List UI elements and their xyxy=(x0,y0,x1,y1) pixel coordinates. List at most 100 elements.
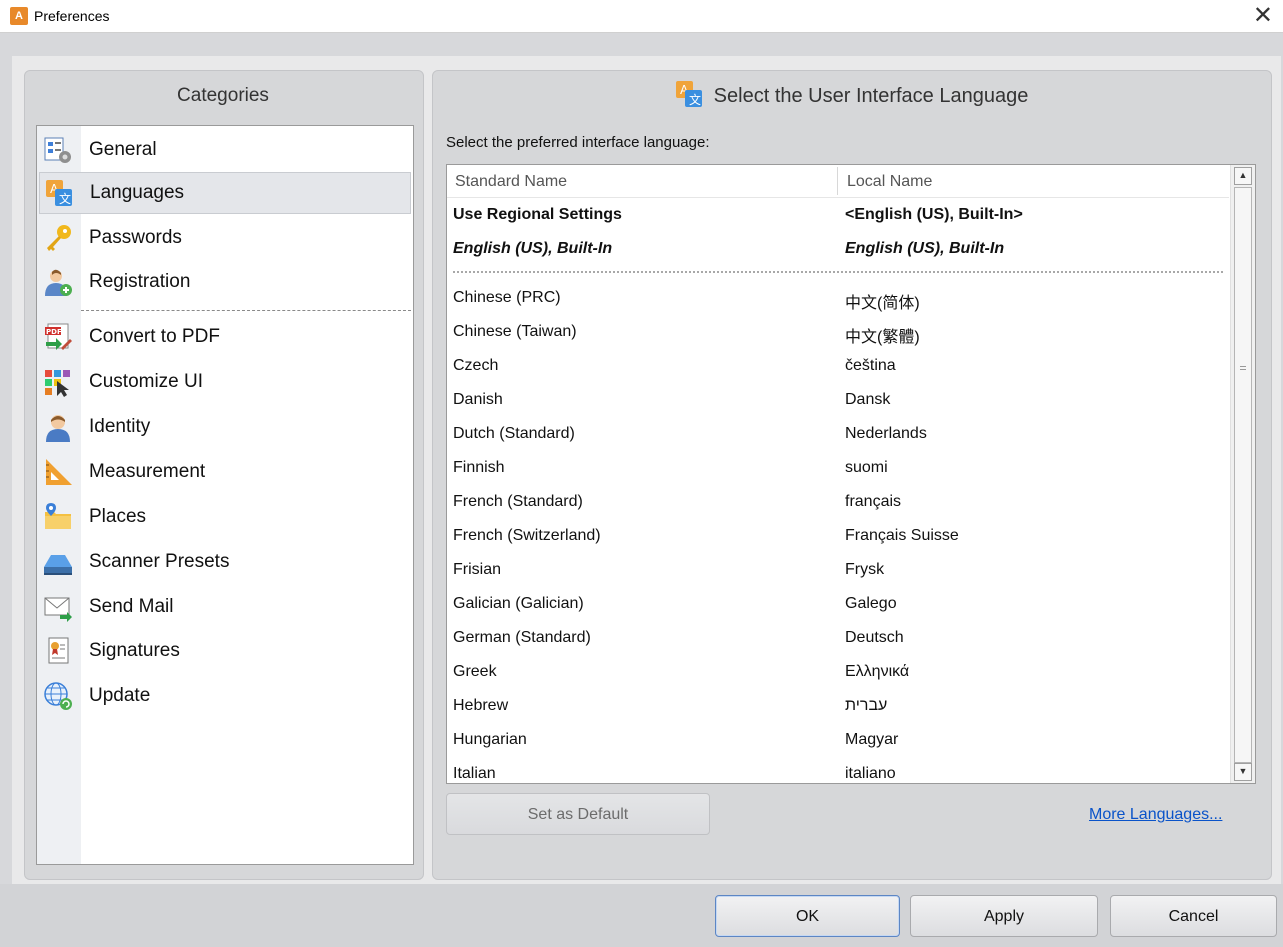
local-name-cell: italiano xyxy=(845,765,896,782)
standard-name-cell: German (Standard) xyxy=(453,629,591,646)
local-name-cell: suomi xyxy=(845,459,888,476)
scroll-down-icon[interactable]: ▼ xyxy=(1234,763,1252,781)
scrollbar-thumb[interactable] xyxy=(1234,187,1252,763)
table-row[interactable]: Italian italiano xyxy=(447,758,1229,783)
column-header-standard-name[interactable]: Standard Name xyxy=(455,165,567,197)
category-label: Scanner Presets xyxy=(89,551,230,572)
ok-button[interactable]: OK xyxy=(715,895,900,937)
category-label: Measurement xyxy=(89,461,206,482)
table-row[interactable]: Chinese (PRC) 中文(简体) xyxy=(447,282,1229,316)
standard-name-cell: Hungarian xyxy=(453,731,527,748)
local-name-cell: Français Suisse xyxy=(845,527,959,544)
app-icon: A xyxy=(10,7,28,25)
standard-name-cell: Italian xyxy=(453,765,496,782)
standard-name-cell: Hebrew xyxy=(453,697,509,714)
category-label: Convert to PDF xyxy=(89,326,220,347)
category-label: Customize UI xyxy=(89,371,204,392)
set-as-default-button[interactable]: Set as Default xyxy=(446,793,710,835)
customize-ui-icon xyxy=(41,365,75,399)
category-measurement[interactable]: Measurement xyxy=(39,451,411,493)
table-row[interactable]: Frisian Frysk xyxy=(447,554,1229,588)
more-languages-link[interactable]: More Languages... xyxy=(1089,806,1222,824)
standard-name-cell: Czech xyxy=(453,357,499,374)
local-name-cell: Magyar xyxy=(845,731,899,748)
vertical-scrollbar[interactable]: ▲ ▼ xyxy=(1230,165,1255,783)
category-label: Update xyxy=(89,685,151,706)
table-row[interactable]: Danish Dansk xyxy=(447,384,1229,418)
category-label: General xyxy=(89,139,157,160)
local-name-cell: <English (US), Built-In> xyxy=(845,206,1023,223)
svg-text:文: 文 xyxy=(689,92,701,107)
apply-button[interactable]: Apply xyxy=(910,895,1098,937)
row-divider xyxy=(453,271,1223,273)
local-name-cell: English (US), Built-In xyxy=(845,240,1005,257)
language-prompt: Select the preferred interface language: xyxy=(446,134,710,151)
local-name-cell: 中文(繁體) xyxy=(845,329,920,346)
standard-name-cell: English (US), Built-In xyxy=(453,240,613,257)
category-customize-ui[interactable]: Customize UI xyxy=(39,361,411,403)
table-row[interactable]: Hebrew עברית xyxy=(447,690,1229,724)
standard-name-cell: Use Regional Settings xyxy=(453,206,622,223)
table-row[interactable]: German (Standard) Deutsch xyxy=(447,622,1229,656)
table-row[interactable]: Galician (Galician) Galego xyxy=(447,588,1229,622)
category-label: Identity xyxy=(89,416,151,437)
standard-name-cell: Dutch (Standard) xyxy=(453,425,575,442)
window-title: Preferences xyxy=(34,8,110,24)
standard-name-cell: French (Standard) xyxy=(453,493,583,510)
standard-name-cell: Chinese (Taiwan) xyxy=(453,323,577,340)
scrollbar-grip xyxy=(1240,366,1246,367)
local-name-cell: Ελληνικά xyxy=(845,663,910,680)
title-bar: A Preferences ✕ xyxy=(0,0,1283,33)
scroll-up-icon[interactable]: ▲ xyxy=(1234,167,1252,185)
category-update[interactable]: Update xyxy=(39,675,411,717)
category-passwords[interactable]: Passwords xyxy=(39,217,411,259)
header-divider xyxy=(447,197,1229,198)
column-header-local-name[interactable]: Local Name xyxy=(847,165,932,197)
category-convert-to-pdf[interactable]: PDF Convert to PDF xyxy=(39,316,411,358)
category-places[interactable]: Places xyxy=(39,496,411,538)
places-folder-icon xyxy=(41,500,75,534)
local-name-cell: עברית xyxy=(845,697,888,714)
update-globe-icon xyxy=(41,679,75,713)
table-row[interactable]: Greek Ελληνικά xyxy=(447,656,1229,690)
table-row[interactable]: English (US), Built-In English (US), Bui… xyxy=(447,233,1229,267)
table-row[interactable]: Czech čeština xyxy=(447,350,1229,384)
category-send-mail[interactable]: Send Mail xyxy=(39,586,411,628)
categories-list: General A文 Languages Passwords Registrat… xyxy=(36,125,414,865)
table-row[interactable]: Use Regional Settings <English (US), Bui… xyxy=(447,199,1229,233)
standard-name-cell: Galician (Galician) xyxy=(453,595,584,612)
table-row[interactable]: Finnish suomi xyxy=(447,452,1229,486)
signature-certificate-icon xyxy=(41,634,75,668)
table-row[interactable]: Dutch (Standard) Nederlands xyxy=(447,418,1229,452)
category-signatures[interactable]: Signatures xyxy=(39,630,411,672)
table-row[interactable]: Hungarian Magyar xyxy=(447,724,1229,758)
key-icon xyxy=(41,221,75,255)
local-name-cell: Frysk xyxy=(845,561,885,578)
category-registration[interactable]: Registration xyxy=(39,261,411,303)
cancel-button[interactable]: Cancel xyxy=(1110,895,1277,937)
category-label: Passwords xyxy=(89,227,182,248)
category-label: Places xyxy=(89,506,147,527)
table-row[interactable]: French (Switzerland) Français Suisse xyxy=(447,520,1229,554)
local-name-cell: Nederlands xyxy=(845,425,927,442)
local-name-cell: čeština xyxy=(845,357,896,374)
categories-header: Categories xyxy=(177,85,269,106)
identity-user-icon xyxy=(41,410,75,444)
category-identity[interactable]: Identity xyxy=(39,406,411,448)
language-table[interactable]: Standard Name Local Name Use Regional Se… xyxy=(446,164,1256,784)
languages-icon: A文 xyxy=(674,79,704,114)
standard-name-cell: Greek xyxy=(453,663,497,680)
category-general[interactable]: General xyxy=(39,129,411,171)
category-label: Signatures xyxy=(89,640,180,661)
category-divider xyxy=(81,310,411,311)
category-languages[interactable]: A文 Languages xyxy=(39,172,411,214)
local-name-cell: Deutsch xyxy=(845,629,904,646)
table-row[interactable]: Chinese (Taiwan) 中文(繁體) xyxy=(447,316,1229,350)
close-icon[interactable]: ✕ xyxy=(1253,2,1273,30)
category-label: Languages xyxy=(90,182,185,203)
ruler-triangle-icon xyxy=(41,455,75,489)
standard-name-cell: Chinese (PRC) xyxy=(453,289,561,306)
table-row[interactable]: French (Standard) français xyxy=(447,486,1229,520)
category-scanner-presets[interactable]: Scanner Presets xyxy=(39,541,411,583)
languages-title: Select the User Interface Language xyxy=(713,84,1029,107)
